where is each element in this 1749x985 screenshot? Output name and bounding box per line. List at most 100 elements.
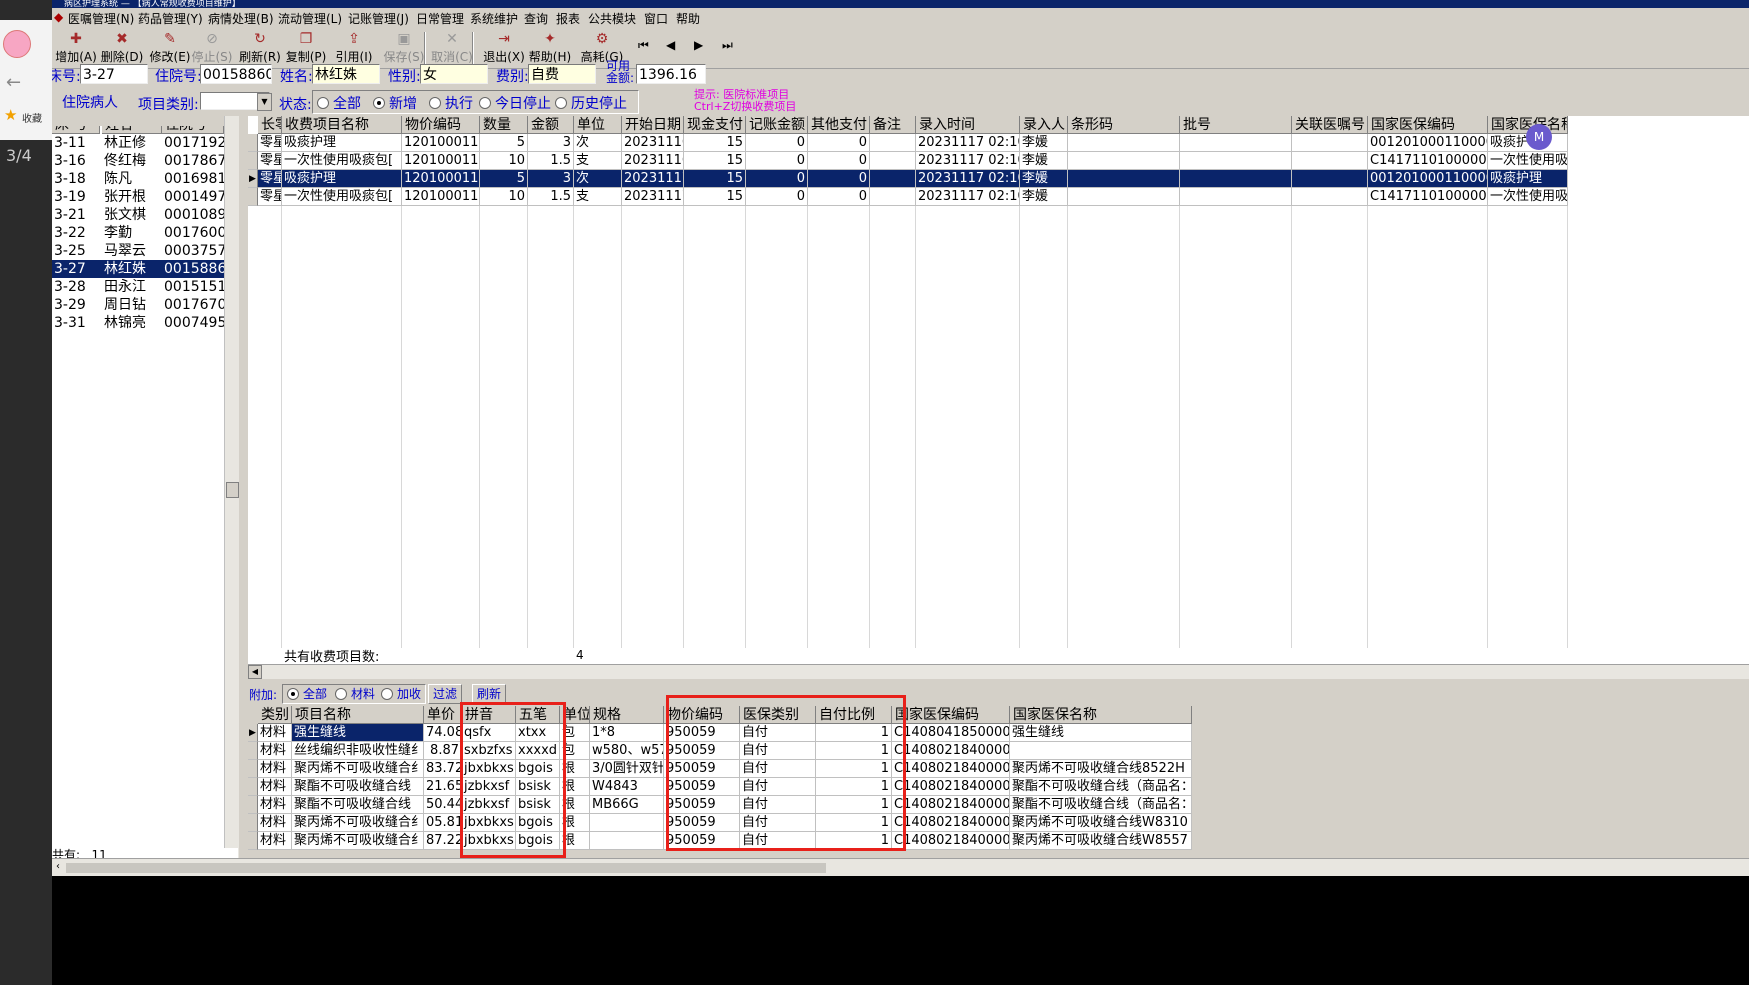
patient-row[interactable]: 3-29 周日钻 001767001 [52,296,238,314]
patient-row[interactable]: 3-27 林红姝 001588606 [52,260,238,278]
charge-header-16[interactable]: 国家医保编码 [1368,116,1488,134]
main-hscrollbar[interactable]: ‹ [52,858,1749,877]
charge-row[interactable]: 零星吸痰护理12010001153次20231116150020231117 0… [248,134,1749,152]
menu-item-4[interactable]: 记账管理(J) [348,10,409,27]
menu-item-1[interactable]: 药品管理(Y) [138,10,203,27]
toolbar-button-1[interactable]: ✖ 删除(D) [98,30,146,66]
available-amount-field[interactable]: 1396.16 [636,64,706,84]
charge-row[interactable]: 零星一次性使用吸痰包[120100011101.5支20231116150020… [248,152,1749,170]
patient-row[interactable]: 3-25 马翠云 000375709 [52,242,238,260]
charge-row[interactable]: ▶零星吸痰护理12010001153次20231117150020231117 … [248,170,1749,188]
material-header-10[interactable]: 国家医保编码 [892,706,1010,724]
status-radio-0[interactable]: 全部 [317,93,361,113]
patient-header-1[interactable]: 姓名 [102,126,162,134]
favorites-star-icon[interactable]: ★ [4,106,17,124]
charge-header-12[interactable]: 录入人 [1020,116,1068,134]
menu-item-8[interactable]: 报表 [556,10,580,27]
patient-row[interactable]: 3-31 林锦亮 000749508 [52,314,238,332]
patient-row[interactable]: 3-28 田永江 001515103 [52,278,238,296]
material-header-8[interactable]: 医保类别 [740,706,816,724]
toolbar-button-4[interactable]: ↻ 刷新(R) [236,30,284,66]
charge-header-10[interactable]: 备注 [870,116,916,134]
toolbar-button-10[interactable]: ✦ 帮助(H) [526,30,574,66]
material-row[interactable]: 材料 聚丙烯不可吸收缝合纟 83.72 jbxbkxs bgois 根 3/0圆针双针 950… [248,760,1749,778]
material-row[interactable]: 材料 聚丙烯不可吸收缝合纟 87.22 jbxbkxs bgois 根 950059 自付 1 C… [248,832,1749,850]
toolbar-button-2[interactable]: ✎ 修改(E) [146,30,194,66]
chevron-down-icon[interactable]: ▼ [257,93,272,111]
menu-item-5[interactable]: 日常管理 [416,10,464,27]
floating-assistant-icon[interactable]: M [1526,124,1552,150]
charge-header-15[interactable]: 关联医嘱号 [1292,116,1368,134]
favorites-label[interactable]: 收藏 [22,110,42,125]
menu-item-9[interactable]: 公共模块 [588,10,636,27]
prev-record-icon[interactable]: ◀ [666,38,675,52]
status-radio-4[interactable]: 历史停止 [555,93,627,113]
charge-header-1[interactable]: 收费项目名称 [282,116,402,134]
material-row[interactable]: 材料丝线编织非吸收性缝纟8.87sxbzfxsxxxxd包w580、w57095… [248,742,1749,760]
material-row[interactable]: ▶ 材料 强生缝线 74.08 qsfx xtxx 包 1*8 950059 自付 1 C140804… [248,724,1749,742]
menu-item-3[interactable]: 流动管理(L) [278,10,342,27]
addon-radio-1[interactable]: 材料 [335,685,375,702]
material-header-7[interactable]: 物价编码 [664,706,740,724]
status-radio-1[interactable]: 新增 [373,93,417,113]
charge-header-2[interactable]: 物价编码 [402,116,480,134]
admission-field[interactable]: 001588606 [200,64,272,84]
toolbar-button-6[interactable]: ⇪ 引用(I) [330,30,378,66]
avatar-icon[interactable] [3,30,31,58]
menu-item-2[interactable]: 病情处理(B) [208,10,274,27]
charge-header-0[interactable]: 长零 [258,116,282,134]
gender-field[interactable]: 女 [420,64,488,84]
material-header-11[interactable]: 国家医保名称 [1010,706,1192,724]
status-radio-2[interactable]: 执行 [429,93,473,113]
filter-button[interactable]: 过滤 [428,684,462,704]
charge-header-7[interactable]: 现金支付 [684,116,746,134]
menu-item-0[interactable]: 医嘱管理(N) [68,10,134,27]
material-header-2[interactable]: 单价 [424,706,462,724]
patient-row[interactable]: 3-18 陈凡 001698101 [52,170,238,188]
fee-type-field[interactable]: 自费 [528,64,596,84]
patient-list-scrollbar[interactable] [224,116,239,858]
material-header-4[interactable]: 五笔 [516,706,560,724]
first-record-icon[interactable]: ⏮ [638,38,649,53]
material-header-0[interactable]: 类别 [258,706,292,724]
status-radio-3[interactable]: 今日停止 [479,93,551,113]
charge-row[interactable]: 零星一次性使用吸痰包[120100011101.5支20231117150020… [248,188,1749,206]
menu-item-10[interactable]: 窗口 [644,10,668,27]
addon-radio-2[interactable]: 加收 [381,685,421,702]
material-header-5[interactable]: 单位 [560,706,590,724]
charge-header-9[interactable]: 其他支付 [808,116,870,134]
bed-field[interactable]: 3-27 [80,64,148,84]
material-header-1[interactable]: 项目名称 [292,706,424,724]
charge-header-8[interactable]: 记账金额 [746,116,808,134]
toolbar-button-5[interactable]: ❐ 复制(P) [282,30,330,66]
material-row[interactable]: 材料 聚酯不可吸收缝合线 50.44 jzbkxsf bsisk 根 MB66G 950059… [248,796,1749,814]
charge-header-14[interactable]: 批号 [1180,116,1292,134]
charge-header-4[interactable]: 金额 [528,116,574,134]
material-row[interactable]: 材料 聚丙烯不可吸收缝合纟 05.81 jbxbkxs bgois 根 950059 自付 1 C… [248,814,1749,832]
patient-header-0[interactable]: 床 号 [52,126,100,134]
patient-row[interactable]: 3-11 林正修 001719202 [52,134,238,152]
name-field[interactable]: 林红姝 [312,64,380,84]
charges-hscrollbar[interactable]: ◀ [248,664,1749,679]
material-header-9[interactable]: 自付比例 [816,706,892,724]
material-row[interactable]: 材料 聚酯不可吸收缝合线 21.65 jzbkxsf bsisk 根 W4843 950059… [248,778,1749,796]
charge-header-3[interactable]: 数量 [480,116,528,134]
menu-item-7[interactable]: 查询 [524,10,548,27]
menu-item-11[interactable]: 帮助 [676,10,700,27]
addon-radio-0[interactable]: 全部 [287,685,327,702]
toolbar-button-9[interactable]: ⇥ 退出(X) [480,30,528,66]
charge-header-11[interactable]: 录入时间 [916,116,1020,134]
charge-header-13[interactable]: 条形码 [1068,116,1180,134]
charge-header-6[interactable]: 开始日期 [622,116,684,134]
material-header-6[interactable]: 规格 [590,706,664,724]
next-record-icon[interactable]: ▶ [694,38,703,52]
back-arrow-icon[interactable]: ← [6,72,21,93]
patient-row[interactable]: 3-21 张文棋 000108915 [52,206,238,224]
patient-row[interactable]: 3-16 佟红梅 001786701 [52,152,238,170]
menu-item-6[interactable]: 系统维护 [470,10,518,27]
patient-row[interactable]: 3-19 张开根 000149719 [52,188,238,206]
charge-header-5[interactable]: 单位 [574,116,622,134]
toolbar-button-0[interactable]: ✚ 增加(A) [52,30,100,66]
material-header-3[interactable]: 拼音 [462,706,516,724]
refresh-button[interactable]: 刷新 [472,684,506,704]
